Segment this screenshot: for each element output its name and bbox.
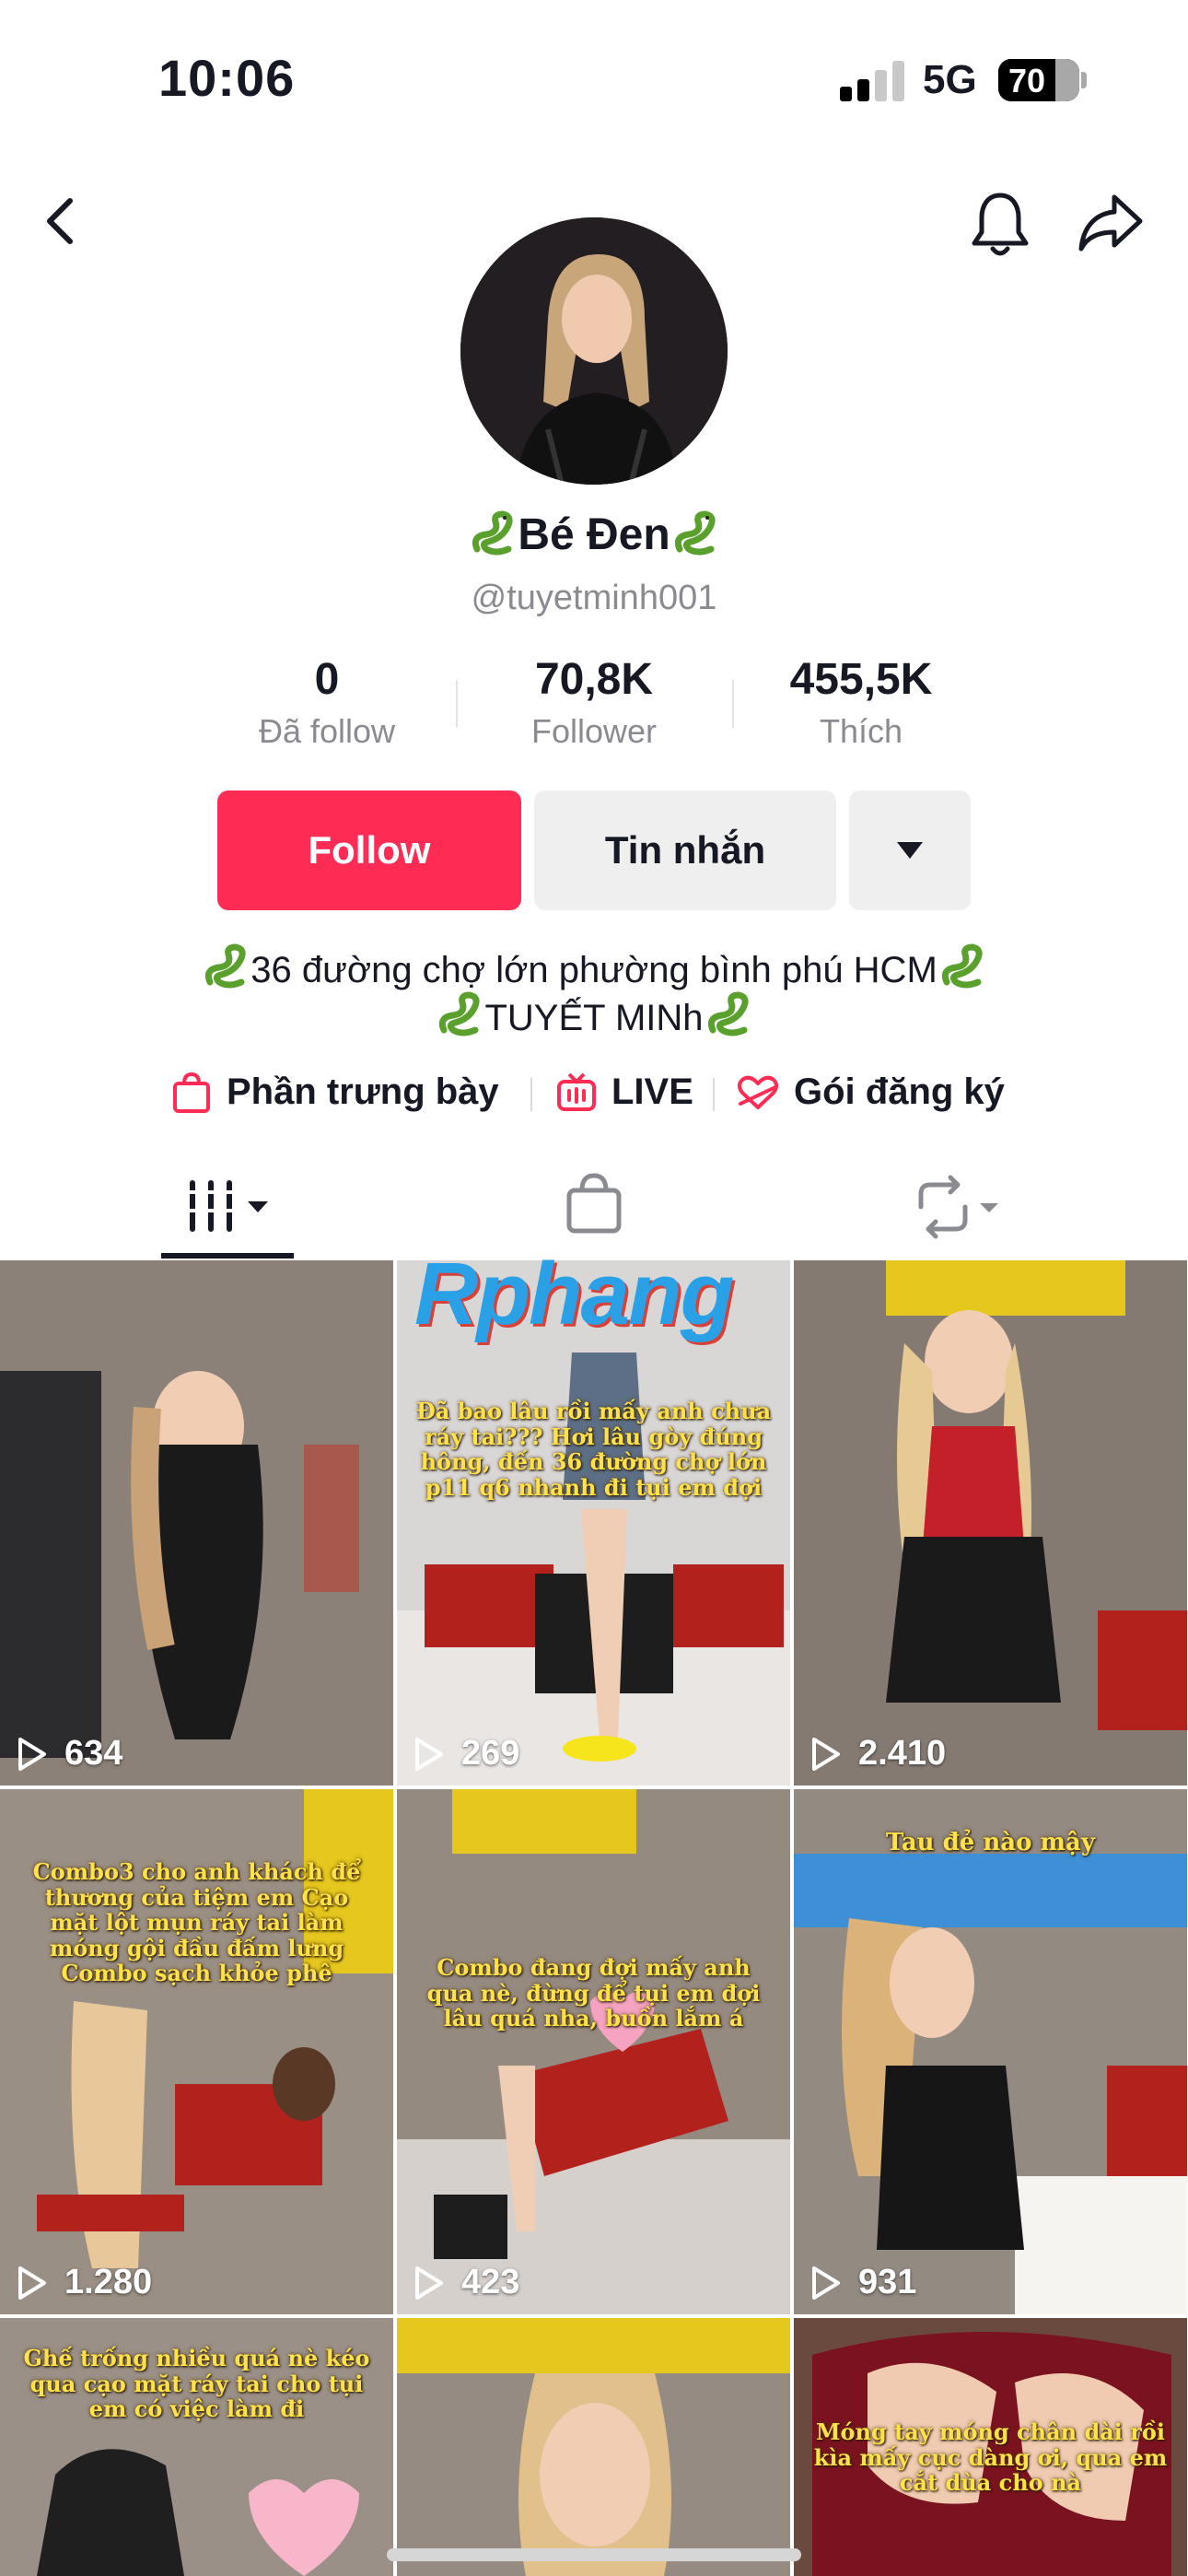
- follow-button[interactable]: Follow: [217, 790, 521, 910]
- stat-value: 70,8K: [534, 655, 654, 704]
- link-label: Gói đăng ký: [794, 1071, 1005, 1112]
- view-count-text: 269: [461, 1734, 520, 1773]
- bio-text: 36 đường chợ lớn phường bình phú HCM: [250, 950, 938, 990]
- link-subscription[interactable]: Gói đăng ký: [735, 1060, 1030, 1124]
- video-caption: Ghế trống nhiều quá nè kéo qua cạo mặt r…: [23, 2345, 370, 2423]
- video-caption: Combo đang đợi mấy anh qua nè, đừng để t…: [426, 1954, 761, 2032]
- view-count-text: 634: [64, 1734, 123, 1773]
- bio-line-2: TUYẾT MINh: [0, 989, 1188, 1039]
- cellular-signal-icon: [840, 61, 906, 101]
- status-bar: 10:06 5G 70: [0, 0, 1188, 138]
- avatar[interactable]: [460, 217, 728, 485]
- home-indicator[interactable]: [387, 2548, 801, 2561]
- share-icon[interactable]: [1076, 192, 1146, 254]
- thumbnail-image: [397, 2318, 790, 2576]
- video-thumbnail[interactable]: 2.410: [794, 1260, 1187, 1786]
- snake-emoji-icon: [674, 510, 716, 556]
- video-thumbnail[interactable]: Tau đẻ nào mậy 931: [794, 1789, 1187, 2314]
- stat-label: Đã follow: [258, 712, 396, 750]
- thumbnail-image: [794, 1260, 1187, 1786]
- play-icon: [18, 1738, 46, 1771]
- display-name: Bé Đen: [0, 509, 1188, 560]
- snake-emoji-icon: [941, 943, 983, 989]
- view-count-text: 2.410: [858, 1734, 947, 1773]
- username-handle: @tuyetminh001: [471, 579, 717, 617]
- stat-divider: [732, 680, 734, 728]
- watermark: Rphang: [414, 1245, 734, 1343]
- snake-emoji-icon: [472, 510, 513, 556]
- active-tab-indicator: [161, 1253, 294, 1259]
- link-label: Phần trưng bày: [227, 1071, 499, 1112]
- snake-emoji-icon: [439, 991, 481, 1036]
- stat-likes[interactable]: 455,5K Thích: [746, 654, 976, 751]
- battery-icon: 70: [998, 59, 1079, 101]
- stat-value: 0: [314, 655, 340, 704]
- stat-value: 455,5K: [789, 655, 933, 704]
- video-caption: Móng tay móng chân dài rồi kìa mấy cục d…: [813, 2418, 1168, 2497]
- link-live[interactable]: LIVE: [556, 1060, 694, 1124]
- video-caption: Đã bao lâu rồi mấy anh chưa ráy tai??? H…: [415, 1398, 772, 1501]
- link-showcase[interactable]: Phần trưng bày: [171, 1060, 521, 1124]
- chevron-down-icon: [897, 842, 923, 859]
- back-arrow-icon[interactable]: [37, 192, 88, 251]
- snake-emoji-icon: [707, 991, 749, 1036]
- shopping-bag-icon: [173, 1071, 210, 1113]
- grid-bars-icon: [187, 1180, 268, 1232]
- videos-tab[interactable]: [161, 1152, 294, 1262]
- stat-label: Follower: [530, 712, 658, 750]
- video-grid: 634 Đã bao lâu rồi mấy anh chưa ráy tai?…: [0, 1260, 1188, 2576]
- thumbnail-image: [397, 1789, 790, 2314]
- network-type: 5G: [923, 57, 977, 102]
- snake-emoji-icon: [205, 943, 246, 989]
- view-count-text: 423: [461, 2263, 520, 2301]
- video-thumbnail[interactable]: Móng tay móng chân dài rồi kìa mấy cục d…: [794, 2318, 1187, 2576]
- profile-links: Phần trưng bày LIVE Gói đăng ký: [0, 1060, 1188, 1124]
- heart-ribbon-icon: [738, 1075, 778, 1109]
- view-count-text: 1.280: [64, 2263, 153, 2301]
- reposts-tab[interactable]: [906, 1152, 1017, 1262]
- link-divider: [530, 1078, 532, 1111]
- stat-following[interactable]: 0 Đã follow: [212, 654, 442, 751]
- play-icon: [812, 2266, 840, 2300]
- video-caption: Tau đẻ nào mậy: [885, 1829, 1096, 1856]
- bio-line-1: 36 đường chợ lớn phường bình phú HCM: [0, 942, 1188, 991]
- play-icon: [812, 1738, 840, 1771]
- video-thumbnail[interactable]: Combo3 cho anh khách để thương của tiệm …: [0, 1789, 393, 2314]
- play-icon: [415, 1738, 443, 1771]
- video-caption: Combo3 cho anh khách để thương của tiệm …: [32, 1858, 361, 1987]
- bio-text: TUYẾT MINh: [484, 998, 704, 1038]
- stat-followers[interactable]: 70,8K Follower: [479, 654, 709, 751]
- thumbnail-image: [794, 1789, 1187, 2314]
- video-thumbnail[interactable]: Ghế trống nhiều quá nè kéo qua cạo mặt r…: [0, 2318, 393, 2576]
- live-tv-icon: [557, 1072, 596, 1111]
- view-count-text: 931: [858, 2263, 917, 2301]
- play-icon: [18, 2266, 46, 2300]
- repost-icon: [918, 1175, 998, 1239]
- display-name-text: Bé Đen: [518, 510, 670, 559]
- video-thumbnail[interactable]: Combo đang đợi mấy anh qua nè, đừng để t…: [397, 1789, 790, 2314]
- play-icon: [415, 2266, 443, 2300]
- battery-level: 70: [1007, 62, 1046, 100]
- battery-tip: [1081, 72, 1087, 88]
- stat-label: Thích: [819, 712, 903, 750]
- bell-icon[interactable]: [969, 188, 1031, 260]
- link-divider: [713, 1078, 715, 1111]
- more-options-button[interactable]: [849, 790, 971, 910]
- thumbnail-image: [0, 1260, 393, 1786]
- link-label: LIVE: [611, 1071, 693, 1112]
- profile-stats: 0 Đã follow 70,8K Follower 455,5K Thích: [212, 654, 976, 755]
- stat-divider: [456, 680, 458, 728]
- video-thumbnail[interactable]: [397, 2318, 790, 2576]
- status-time: 10:06: [158, 49, 296, 107]
- message-button[interactable]: Tin nhắn: [534, 790, 836, 910]
- video-thumbnail[interactable]: 634: [0, 1260, 393, 1786]
